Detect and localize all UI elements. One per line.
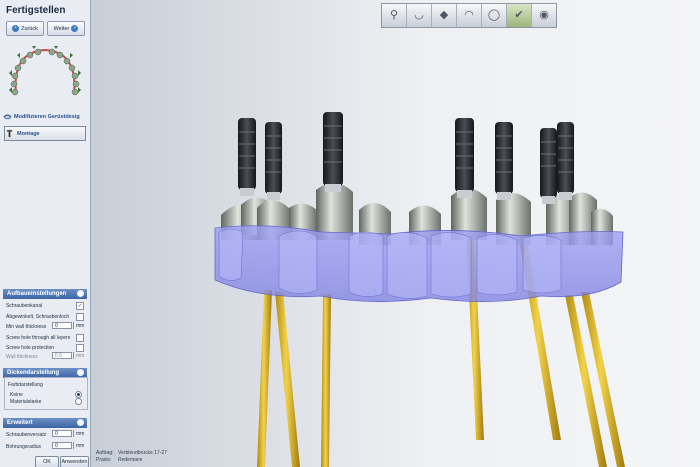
tooth-dark-icon: ◆ [439,9,449,21]
toolbar-button-4[interactable]: ◯ [482,4,507,27]
unit-label: mm [76,431,85,437]
toolbar-button-3[interactable]: ◠ [457,4,482,27]
order-info: Auftrag: Verblendbrücke 17-27 Praxis: Rede… [96,450,167,464]
section-aufbau-header[interactable]: Aufbaueinstellungen ˆ [3,289,87,299]
option-row: Min wall thickness 0 mm [6,322,86,331]
section-erweitert-title: Erweitert [7,420,33,426]
option-row: Schraubenversatz 0 mm [6,430,86,439]
option-row: Screw hole protection [6,343,86,352]
option-label: Min wall thickness [6,323,47,330]
unit-label: mm [76,323,85,329]
screw-icon [6,129,13,138]
option-row: Screw hole through all layers [6,333,86,342]
arrow-left-icon: ‹ [12,25,20,32]
option-label: Bohrungsradius [6,443,42,450]
collapse-icon: ˆ [77,290,84,297]
radio-materialstarke[interactable] [75,398,82,405]
tooth-outline-icon: ◯ [487,9,501,21]
bridge-3d-scene[interactable] [91,0,700,467]
option-label: Screw hole protection [6,344,55,351]
practice-label: Praxis: [96,457,112,463]
apply-button[interactable]: Anwenden [60,456,89,467]
section-dicke-title: Dickendarstellung [7,370,60,376]
tooth-shape-icon: ◡ [414,9,424,21]
step-modify-label: Modifizieren Gerüstdesig [14,113,80,120]
tooth-crown-icon: ◠ [464,9,474,21]
back-button[interactable]: ‹ Zurück [6,21,44,36]
group-label-row: Farbdarstellung [8,380,88,389]
step-montage-label: Montage [17,130,40,137]
implant [238,112,574,204]
toolbar-button-0[interactable]: ⚲ [382,4,407,27]
angled-screwhole-checkbox[interactable] [76,313,84,321]
view-toolbar: ⚲ ◡ ◆ ◠ ◯ ✔ ◉ [381,3,557,28]
order-value: Verblendbrücke 17-27 [118,450,167,456]
option-row: Schraubenkanal ✓ [6,301,86,310]
panel-title: Fertigstellen [6,5,66,16]
option-label: Schraubenversatz [6,431,47,438]
min-wall-thickness-input[interactable]: 0 [52,322,72,329]
step-modify-framework[interactable]: Modifizieren Gerüstdesig [3,110,87,123]
screw-shaft [257,290,272,467]
toolbar-button-2[interactable]: ◆ [432,4,457,27]
wall-thickness-input[interactable]: 0.5 [52,352,72,359]
forward-button[interactable]: Weiter › [47,21,85,36]
schraubenkanal-checkbox[interactable]: ✓ [76,302,84,310]
toolbar-button-5[interactable]: ✔ [507,4,532,27]
toolbar-button-6[interactable]: ◉ [532,4,556,27]
3d-viewport[interactable]: ⚲ ◡ ◆ ◠ ◯ ✔ ◉ Auftrag: Verblendbrücke 17-… [91,0,700,467]
radio-row[interactable]: Materialstarke [10,397,86,406]
order-label: Auftrag: [96,450,114,456]
option-label: Schraubenkanal [6,302,43,309]
step-montage[interactable]: Montage [4,126,86,141]
ok-button[interactable]: OK [35,456,59,467]
option-label: Wall thickness [6,353,38,360]
section-erweitert-header[interactable]: Erweitert ˆ [3,418,87,428]
screwhole-all-layers-checkbox[interactable] [76,334,84,342]
section-aufbau-title: Aufbaueinstellungen [7,291,67,297]
screw-shaft [275,292,300,467]
tooth-check-icon: ✔ [514,9,524,21]
practice-value: Redemann [118,457,143,463]
collapse-icon: ˆ [77,369,84,376]
collapse-icon: ˆ [77,419,84,426]
disc-icon: ◉ [539,9,549,21]
bore-radius-input[interactable]: 0 [52,442,72,449]
option-row: Bohrungsradius 0 mm [6,442,86,451]
back-button-label: Zurück [21,25,38,32]
bridge-body [214,225,624,302]
group-label: Farbdarstellung [8,381,43,388]
sidebar-panel: Fertigstellen ‹ Zurück Weiter › Modifizi… [0,0,91,467]
unit-label: mm [76,353,85,359]
arrow-right-icon: › [71,25,79,32]
radio-label: Materialstarke [10,398,42,405]
screw-offset-input[interactable]: 0 [52,430,72,437]
screwhole-protection-checkbox[interactable] [76,344,84,352]
forward-button-label: Weiter [53,25,70,32]
framework-icon [3,114,12,120]
toolbar-button-1[interactable]: ◡ [407,4,432,27]
jaw-overview-icon[interactable] [6,42,84,98]
option-label: Screw hole through all layers [6,334,71,341]
implant-view-icon: ⚲ [389,9,399,21]
option-row: Wall thickness 0.5 mm [6,352,86,361]
option-label: Abgewinkelt, Schraubenloch [6,313,70,320]
screw-shaft [321,294,331,467]
option-row: Abgewinkelt, Schraubenloch [6,312,86,321]
unit-label: mm [76,443,85,449]
